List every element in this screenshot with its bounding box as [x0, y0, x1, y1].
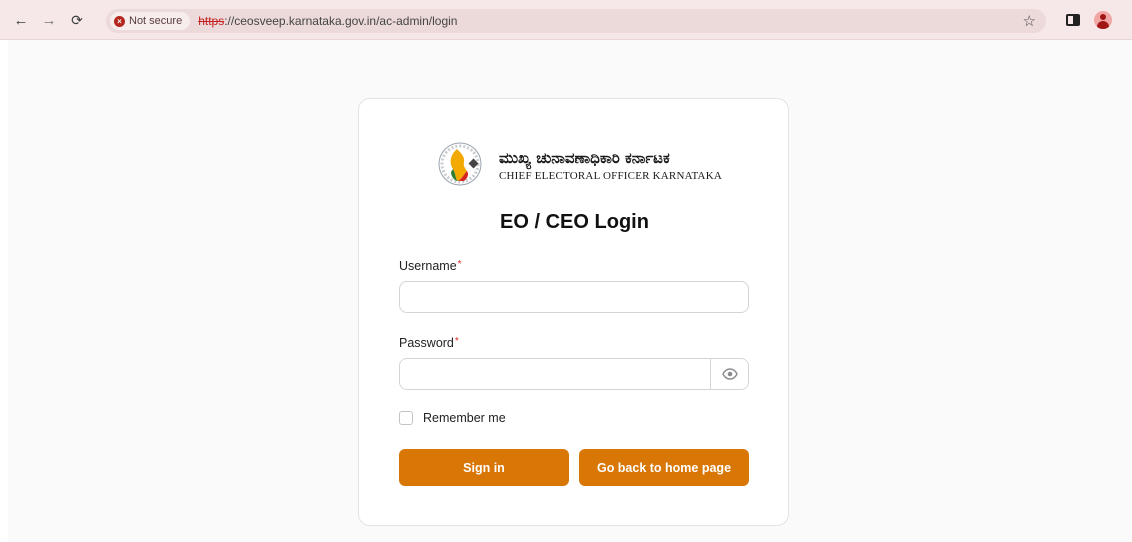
brand-name-english: CHIEF ELECTORAL OFFICER KARNATAKA	[499, 170, 722, 182]
home-page-button[interactable]: Go back to home page	[579, 449, 749, 486]
reload-icon[interactable]: ⟳	[66, 9, 88, 31]
url-scheme: https	[198, 14, 225, 28]
show-password-button[interactable]	[710, 359, 748, 389]
page-title: EO / CEO Login	[500, 211, 649, 233]
profile-icon[interactable]	[1094, 11, 1112, 29]
arrow-left-icon[interactable]: ←	[10, 9, 32, 31]
brand-name-kannada: ಮುಖ್ಯ ಚುನಾವಣಾಧಿಕಾರಿ ಕರ್ನಾಟಕ	[499, 149, 670, 167]
username-label: Username*	[399, 259, 462, 273]
password-label-text: Password	[399, 336, 454, 350]
login-card: ಮುಖ್ಯ ಚುನಾವಣಾಧಿಕಾರಿ ಕರ್ನಾಟಕ CHIEF ELECTO…	[358, 98, 789, 526]
remember-me-checkbox[interactable]	[399, 411, 413, 425]
sign-in-button[interactable]: Sign in	[399, 449, 569, 486]
warning-icon: ×	[114, 15, 125, 27]
browser-toolbar: ← → ⟳ × Not secure https ://ceosveep.kar…	[0, 0, 1132, 40]
election-emblem-icon	[438, 142, 482, 186]
security-label: Not secure	[129, 15, 183, 27]
password-input[interactable]	[400, 359, 711, 389]
side-panel-icon[interactable]	[1066, 14, 1080, 26]
remember-me-label: Remember me	[423, 411, 506, 425]
remember-me-row[interactable]: Remember me	[399, 411, 506, 425]
url-text[interactable]: https ://ceosveep.karnataka.gov.in/ac-ad…	[198, 14, 457, 28]
security-chip[interactable]: × Not secure	[110, 12, 191, 30]
username-label-text: Username	[399, 259, 457, 273]
required-mark: *	[457, 259, 462, 270]
brand-header: ಮುಖ್ಯ ಚುನಾವಣಾಧಿಕಾರಿ ಕರ್ನಾಟಕ CHIEF ELECTO…	[437, 137, 727, 193]
password-label: Password*	[399, 336, 459, 350]
password-field	[399, 358, 749, 390]
address-bar[interactable]: × Not secure https ://ceosveep.karnataka…	[106, 9, 1046, 33]
arrow-right-icon[interactable]: →	[38, 9, 60, 31]
star-icon[interactable]: ☆	[1023, 12, 1036, 30]
eye-icon	[721, 368, 738, 380]
required-mark: *	[454, 336, 459, 347]
url-path: ://ceosveep.karnataka.gov.in/ac-admin/lo…	[224, 14, 458, 28]
username-input[interactable]	[399, 281, 749, 313]
